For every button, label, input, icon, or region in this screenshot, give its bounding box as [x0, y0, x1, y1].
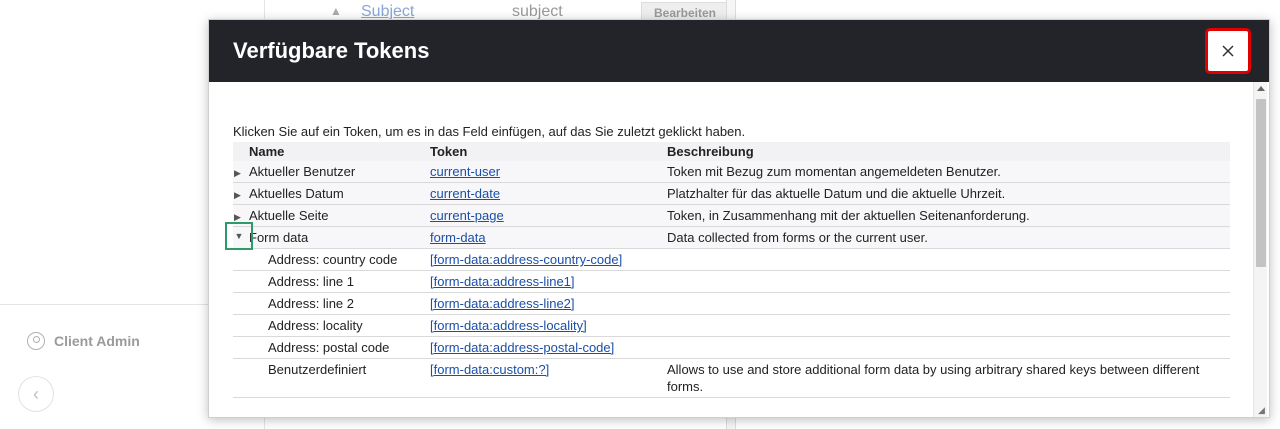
dialog-body: Klicken Sie auf ein Token, um es in das … [209, 82, 1254, 417]
table-row: Address: line 1 [form-data:address-line1… [233, 270, 1230, 293]
dialog-scrollbar[interactable] [1253, 82, 1267, 417]
row-description [657, 292, 1230, 315]
scrollbar-thumb[interactable] [1256, 99, 1266, 267]
column-header-description: Beschreibung [657, 142, 1230, 161]
column-header-name: Name [233, 142, 424, 161]
token-link[interactable]: current-page [430, 208, 504, 223]
table-row: Address: line 2 [form-data:address-line2… [233, 292, 1230, 315]
token-link[interactable]: [form-data:address-line1] [430, 274, 575, 289]
table-row: Address: locality [form-data:address-loc… [233, 314, 1230, 337]
triangle-right-icon[interactable]: ▶ [234, 187, 241, 204]
row-description: Allows to use and store additional form … [657, 358, 1230, 398]
triangle-right-icon[interactable]: ▶ [234, 165, 241, 182]
row-description: Token mit Bezug zum momentan angemeldete… [657, 161, 1230, 183]
row-description: Token, in Zusammenhang mit der aktuellen… [657, 204, 1230, 227]
tokens-dialog: Verfügbare Tokens Klicken Sie auf ein To… [208, 19, 1270, 418]
token-link[interactable]: current-user [430, 164, 500, 179]
table-header-row: Name Token Beschreibung [233, 142, 1230, 161]
table-row: Address: country code [form-data:address… [233, 248, 1230, 271]
token-link[interactable]: form-data [430, 230, 486, 245]
row-name: Address: line 1 [233, 270, 424, 293]
row-name: Form data [249, 230, 309, 245]
row-name: Aktuelles Datum [249, 186, 344, 201]
row-name: Aktuelle Seite [249, 208, 329, 223]
tokens-table: Name Token Beschreibung ▶ Aktueller Benu… [225, 142, 1230, 398]
token-link[interactable]: [form-data:address-country-code] [430, 252, 622, 267]
table-row: ▶ Aktuelles Datum current-date Platzhalt… [233, 182, 1230, 205]
user-label: Client Admin [54, 333, 140, 349]
token-link[interactable]: current-date [430, 186, 500, 201]
close-button[interactable] [1205, 28, 1251, 74]
dialog-header: Verfügbare Tokens [209, 20, 1269, 82]
row-name: Address: postal code [233, 336, 424, 359]
row-description [657, 314, 1230, 337]
row-name: Address: line 2 [233, 292, 424, 315]
table-row: ▼ Form data form-data Data collected fro… [225, 222, 1230, 250]
table-row: ▶ Aktueller Benutzer current-user Token … [233, 161, 1230, 183]
table-row: Address: postal code [form-data:address-… [233, 336, 1230, 359]
token-link[interactable]: [form-data:address-line2] [430, 296, 575, 311]
sidebar-collapse-button[interactable]: ‹ [18, 376, 54, 412]
user-circle-icon [27, 332, 45, 350]
user-menu[interactable]: Client Admin [27, 332, 140, 350]
token-link[interactable]: [form-data:address-postal-code] [430, 340, 614, 355]
scroll-up-arrow-icon[interactable] [1257, 86, 1265, 91]
row-name: Address: country code [233, 248, 424, 271]
close-icon [1222, 45, 1234, 57]
token-link[interactable]: [form-data:custom:?] [430, 362, 549, 377]
intro-text: Klicken Sie auf ein Token, um es in das … [233, 124, 746, 139]
resize-handle-icon[interactable]: ◢ [1258, 406, 1266, 415]
row-name: Aktueller Benutzer [249, 164, 356, 179]
row-description: Data collected from forms or the current… [657, 226, 1230, 249]
row-name: Address: locality [233, 314, 424, 337]
sidebar-divider [0, 304, 208, 305]
row-name: Benutzerdefiniert [233, 358, 424, 398]
column-header-token: Token [424, 142, 657, 161]
table-row: ▶ Aktuelle Seite current-page Token, in … [233, 204, 1230, 227]
sort-arrow-icon: ▲ [330, 4, 342, 18]
row-description [657, 270, 1230, 293]
token-link[interactable]: [form-data:address-locality] [430, 318, 587, 333]
triangle-down-icon[interactable]: ▼ [225, 222, 253, 250]
row-description: Platzhalter für das aktuelle Datum und d… [657, 182, 1230, 205]
dialog-title: Verfügbare Tokens [233, 38, 430, 63]
table-row: Benutzerdefiniert [form-data:custom:?] A… [233, 358, 1230, 398]
row-description [657, 336, 1230, 359]
row-description [657, 248, 1230, 271]
chevron-left-icon: ‹ [33, 383, 39, 404]
